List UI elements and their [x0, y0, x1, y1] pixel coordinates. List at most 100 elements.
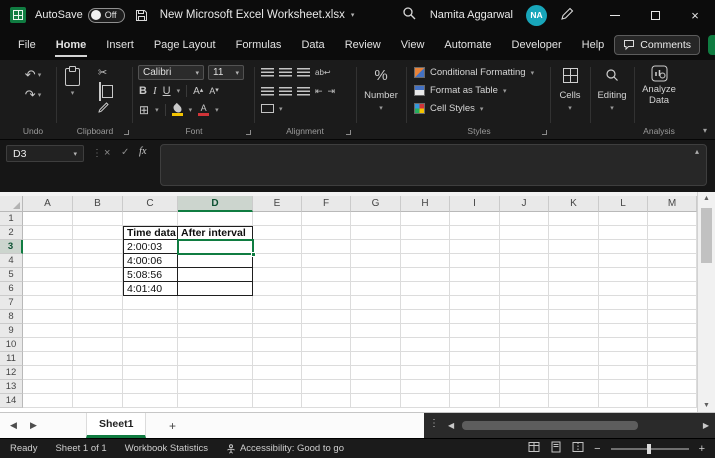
cell-M12[interactable]	[648, 366, 697, 380]
cell-L6[interactable]	[599, 282, 648, 296]
page-layout-view-button[interactable]	[550, 441, 562, 456]
cell-G6[interactable]	[351, 282, 401, 296]
cell-A4[interactable]	[23, 254, 73, 268]
table-cell-D4[interactable]	[178, 254, 253, 268]
user-name[interactable]: Namita Aggarwal	[430, 9, 513, 21]
cell-I6[interactable]	[450, 282, 500, 296]
cell-G1[interactable]	[351, 212, 401, 226]
cell-L12[interactable]	[599, 366, 648, 380]
paste-button[interactable]: ▾	[65, 66, 80, 97]
decrease-indent-button[interactable]: ⇤	[315, 86, 323, 97]
table-cell-C5[interactable]: 5:08:56	[123, 268, 178, 282]
cell-H13[interactable]	[401, 380, 450, 394]
minimize-button[interactable]	[595, 0, 635, 30]
cell-D9[interactable]	[178, 324, 253, 338]
col-header-A[interactable]: A	[23, 196, 73, 212]
cell-M7[interactable]	[648, 296, 697, 310]
cell-B13[interactable]	[73, 380, 123, 394]
cell-I5[interactable]	[450, 268, 500, 282]
align-left-button[interactable]	[261, 87, 274, 96]
insert-function-button[interactable]: fx	[139, 146, 147, 157]
scroll-up-icon[interactable]: ▲	[698, 195, 715, 202]
ink-button[interactable]	[560, 7, 574, 24]
cell-C14[interactable]	[123, 394, 178, 408]
col-header-I[interactable]: I	[450, 196, 500, 212]
cell-I14[interactable]	[450, 394, 500, 408]
formula-bar-collapse-icon[interactable]: ▴	[695, 147, 699, 156]
ribbon-tab-data[interactable]: Data	[291, 30, 334, 60]
cell-L13[interactable]	[599, 380, 648, 394]
cell-B7[interactable]	[73, 296, 123, 310]
cell-J3[interactable]	[500, 240, 549, 254]
col-header-G[interactable]: G	[351, 196, 401, 212]
cell-I1[interactable]	[450, 212, 500, 226]
cell-D12[interactable]	[178, 366, 253, 380]
cell-G12[interactable]	[351, 366, 401, 380]
col-header-C[interactable]: C	[123, 196, 178, 212]
table-cell-D6[interactable]	[178, 282, 253, 296]
cell-F4[interactable]	[302, 254, 351, 268]
cell-L8[interactable]	[599, 310, 648, 324]
cell-E7[interactable]	[253, 296, 302, 310]
row-header-4[interactable]: 4	[0, 254, 23, 268]
cell-G14[interactable]	[351, 394, 401, 408]
cell-G3[interactable]	[351, 240, 401, 254]
cell-K9[interactable]	[549, 324, 599, 338]
cell-B9[interactable]	[73, 324, 123, 338]
col-header-M[interactable]: M	[648, 196, 697, 212]
cell-K7[interactable]	[549, 296, 599, 310]
cell-L2[interactable]	[599, 226, 648, 240]
increase-font-button[interactable]: A▴	[193, 86, 203, 97]
cell-E3[interactable]	[253, 240, 302, 254]
cell-K6[interactable]	[549, 282, 599, 296]
cell-L3[interactable]	[599, 240, 648, 254]
ribbon-tab-help[interactable]: Help	[572, 30, 615, 60]
cell-H12[interactable]	[401, 366, 450, 380]
share-button[interactable]: Share ▾	[708, 35, 715, 55]
cell-A10[interactable]	[23, 338, 73, 352]
cell-G2[interactable]	[351, 226, 401, 240]
cell-I10[interactable]	[450, 338, 500, 352]
cell-K3[interactable]	[549, 240, 599, 254]
merge-center-button[interactable]	[261, 104, 274, 113]
cell-F8[interactable]	[302, 310, 351, 324]
search-button[interactable]	[402, 6, 417, 24]
cell-B2[interactable]	[73, 226, 123, 240]
ribbon-tab-automate[interactable]: Automate	[434, 30, 501, 60]
cell-C1[interactable]	[123, 212, 178, 226]
formula-input[interactable]	[160, 144, 707, 186]
table-cell-C2[interactable]: Time data	[123, 226, 178, 240]
cell-G9[interactable]	[351, 324, 401, 338]
cells-button[interactable]	[553, 68, 587, 83]
cell-B11[interactable]	[73, 352, 123, 366]
align-top-button[interactable]	[261, 68, 274, 77]
vertical-scrollbar-thumb[interactable]	[701, 208, 712, 263]
cell-I9[interactable]	[450, 324, 500, 338]
cell-L4[interactable]	[599, 254, 648, 268]
col-header-F[interactable]: F	[302, 196, 351, 212]
cell-K14[interactable]	[549, 394, 599, 408]
row-header-9[interactable]: 9	[0, 324, 23, 338]
cell-A5[interactable]	[23, 268, 73, 282]
cell-I8[interactable]	[450, 310, 500, 324]
cell-B14[interactable]	[73, 394, 123, 408]
cell-B3[interactable]	[73, 240, 123, 254]
cell-H11[interactable]	[401, 352, 450, 366]
scroll-left-icon[interactable]: ◀	[448, 421, 454, 430]
cell-B5[interactable]	[73, 268, 123, 282]
cut-button[interactable]: ✂	[98, 66, 107, 79]
next-sheet-button[interactable]: ▶	[30, 413, 37, 438]
cell-J2[interactable]	[500, 226, 549, 240]
cell-styles-button[interactable]: Cell Styles ▾	[414, 103, 546, 114]
col-header-E[interactable]: E	[253, 196, 302, 212]
cell-A9[interactable]	[23, 324, 73, 338]
cell-B6[interactable]	[73, 282, 123, 296]
redo-button[interactable]: ↷ ▾	[12, 87, 54, 103]
cell-F7[interactable]	[302, 296, 351, 310]
number-chevron[interactable]: ▾	[360, 104, 402, 112]
cell-L11[interactable]	[599, 352, 648, 366]
cell-E8[interactable]	[253, 310, 302, 324]
zoom-slider-thumb[interactable]	[646, 443, 651, 454]
cell-F11[interactable]	[302, 352, 351, 366]
cell-C7[interactable]	[123, 296, 178, 310]
